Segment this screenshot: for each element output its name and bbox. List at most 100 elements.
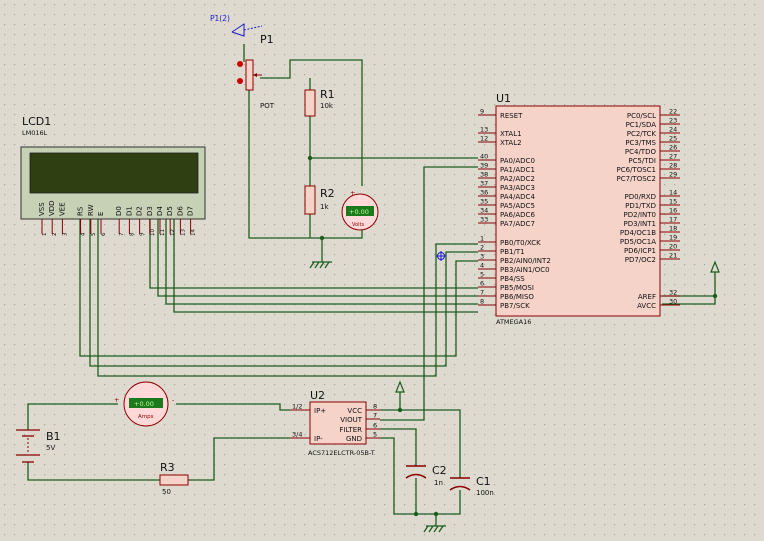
mcu-pin-number: 22 — [669, 108, 677, 116]
mcu-pin-number: 23 — [669, 117, 677, 125]
mcu-pin-name: PB4/SS — [500, 275, 525, 283]
sensor-pin-number: 8 — [373, 403, 377, 411]
mcu-pin-name: PC1/SDA — [626, 121, 657, 129]
mcu-pin-name: PC3/TMS — [625, 139, 656, 147]
lcd-pin-number: 9 — [140, 232, 146, 236]
mcu-pin-name: PB6/MISO — [500, 293, 534, 301]
mcu-pin-name: RESET — [500, 112, 523, 120]
mcu-pin-number: 13 — [480, 126, 488, 134]
b1-ref: B1 — [46, 430, 61, 443]
mcu-pin-number: 35 — [480, 198, 488, 206]
mcu-pin-name: PD4/OC1B — [620, 229, 656, 237]
mcu-pin-name: PD3/INT1 — [624, 220, 656, 228]
ammeter-unit: Amps — [138, 414, 154, 420]
mcu-pin-number: 4 — [480, 262, 484, 270]
r1-value: 10k — [320, 102, 334, 110]
sensor-pin-number: 5 — [373, 431, 377, 439]
mcu-pin-number: 21 — [669, 252, 677, 260]
mcu-pin-name: PD7/OC2 — [625, 256, 656, 264]
c2-value: 1n — [434, 479, 443, 487]
mcu-pin-name: PB7/SCK — [500, 302, 530, 310]
ammeter-reading: +0.00 — [134, 400, 154, 408]
mcu-pin-name: PB3/AIN1/OC0 — [500, 266, 550, 274]
mcu-pin-number: 17 — [669, 216, 677, 224]
mcu-part: ATMEGA16 — [496, 318, 531, 326]
microcontroller-u1[interactable]: U1 ATMEGA16 9RESET13XTAL112XTAL240PA0/AD… — [478, 92, 680, 326]
lcd-ref: LCD1 — [22, 115, 51, 128]
c1-ref: C1 — [476, 475, 491, 488]
lcd-pin-name: D6 — [176, 206, 184, 216]
lcd-pin-number: 12 — [170, 229, 176, 236]
pot-increase-button[interactable] — [237, 61, 243, 67]
mcu-pin-number: 14 — [669, 189, 677, 197]
mcu-pin-number: 27 — [669, 153, 677, 161]
mcu-pin-number: 15 — [669, 198, 677, 206]
sensor-pin-number: 7 — [373, 412, 377, 420]
mcu-pin-name: PC7/TOSC2 — [617, 175, 657, 183]
voltmeter-plus-icon: + — [350, 189, 355, 197]
mcu-pin-number: 30 — [669, 298, 677, 306]
mcu-pin-number: 24 — [669, 126, 677, 134]
r3-value: 50 — [162, 488, 171, 496]
mcu-pin-name: PB2/AIN0/INT2 — [500, 257, 551, 265]
mcu-pin-number: 16 — [669, 207, 677, 215]
lcd-pin-number: 1 — [42, 233, 48, 237]
mcu-pin-name: XTAL2 — [500, 139, 522, 147]
mcu-pin-name: PB5/MOSI — [500, 284, 534, 292]
b1-value: 5V — [46, 444, 55, 452]
mcu-pin-number: 7 — [480, 289, 484, 297]
r2-value: 1k — [320, 203, 329, 211]
mcu-pin-name: PC0/SCL — [627, 112, 656, 120]
mcu-pin-name: PC5/TDI — [628, 157, 656, 165]
mcu-pin-number: 5 — [480, 271, 484, 279]
lcd-pin-number: 5 — [91, 232, 97, 236]
mcu-pin-number: 12 — [480, 135, 488, 143]
mcu-pin-name: PB0/T0/XCK — [500, 239, 541, 247]
mcu-pin-number: 3 — [480, 253, 484, 261]
lcd-pin-number: 11 — [160, 229, 166, 236]
sensor-pin-name: VIOUT — [340, 416, 362, 424]
lcd-pin-number: 10 — [150, 229, 156, 236]
mcu-pin-name: PA5/ADC5 — [500, 202, 535, 210]
mcu-pin-number: 37 — [480, 180, 488, 188]
pot-decrease-button[interactable] — [237, 78, 243, 84]
sensor-pin-number: 6 — [373, 422, 377, 430]
c1-value: 100n — [476, 489, 494, 497]
mcu-pin-name: PC6/TOSC1 — [617, 166, 657, 174]
mcu-pin-name: PA1/ADC1 — [500, 166, 535, 174]
mcu-pin-name: PD6/ICP1 — [624, 247, 656, 255]
lcd-pin-name: RS — [77, 206, 85, 216]
pot-body — [245, 59, 254, 91]
mcu-pin-name: PD0/RXD — [625, 193, 656, 201]
mcu-pin-name: XTAL1 — [500, 130, 522, 138]
mcu-ref: U1 — [496, 92, 511, 105]
ammeter-plus-icon: + — [114, 396, 119, 404]
sensor-pin-name: IP+ — [314, 407, 326, 415]
lcd-pin-name: D3 — [146, 206, 154, 216]
lcd-pin-number: 13 — [180, 229, 186, 236]
r3-ref: R3 — [160, 461, 175, 474]
mcu-pin-number: 40 — [480, 153, 488, 161]
lcd-pin-number: 6 — [101, 232, 107, 236]
mcu-pin-number: 25 — [669, 135, 677, 143]
lcd-pin-number: 8 — [129, 232, 135, 236]
mcu-pin-name: PA0/ADC0 — [500, 157, 535, 165]
mcu-pin-number: 29 — [669, 171, 677, 179]
lcd-pin-name: D7 — [187, 206, 195, 216]
mcu-pin-name: PA2/ADC2 — [500, 175, 535, 183]
mcu-pin-name: PA6/ADC6 — [500, 211, 535, 219]
voltmeter-reading: +0.00 — [349, 208, 369, 216]
sensor-pin-name: GND — [346, 435, 362, 443]
sensor-pin-name: VCC — [347, 407, 362, 415]
r3-body — [159, 474, 189, 486]
mcu-pin-number: 20 — [669, 243, 677, 251]
lcd-pin-name: VDD — [48, 200, 56, 216]
lcd-pin-name: RW — [87, 204, 95, 216]
mcu-pin-name: PA3/ADC3 — [500, 184, 535, 192]
lcd-pin-number: 2 — [52, 233, 58, 237]
mcu-pin-name: PD1/TXD — [625, 202, 656, 210]
c2-ref: C2 — [432, 464, 447, 477]
lcd-pin-name: D2 — [136, 206, 144, 216]
r1-ref: R1 — [320, 88, 335, 101]
lcd-pin-name: D5 — [166, 206, 174, 216]
